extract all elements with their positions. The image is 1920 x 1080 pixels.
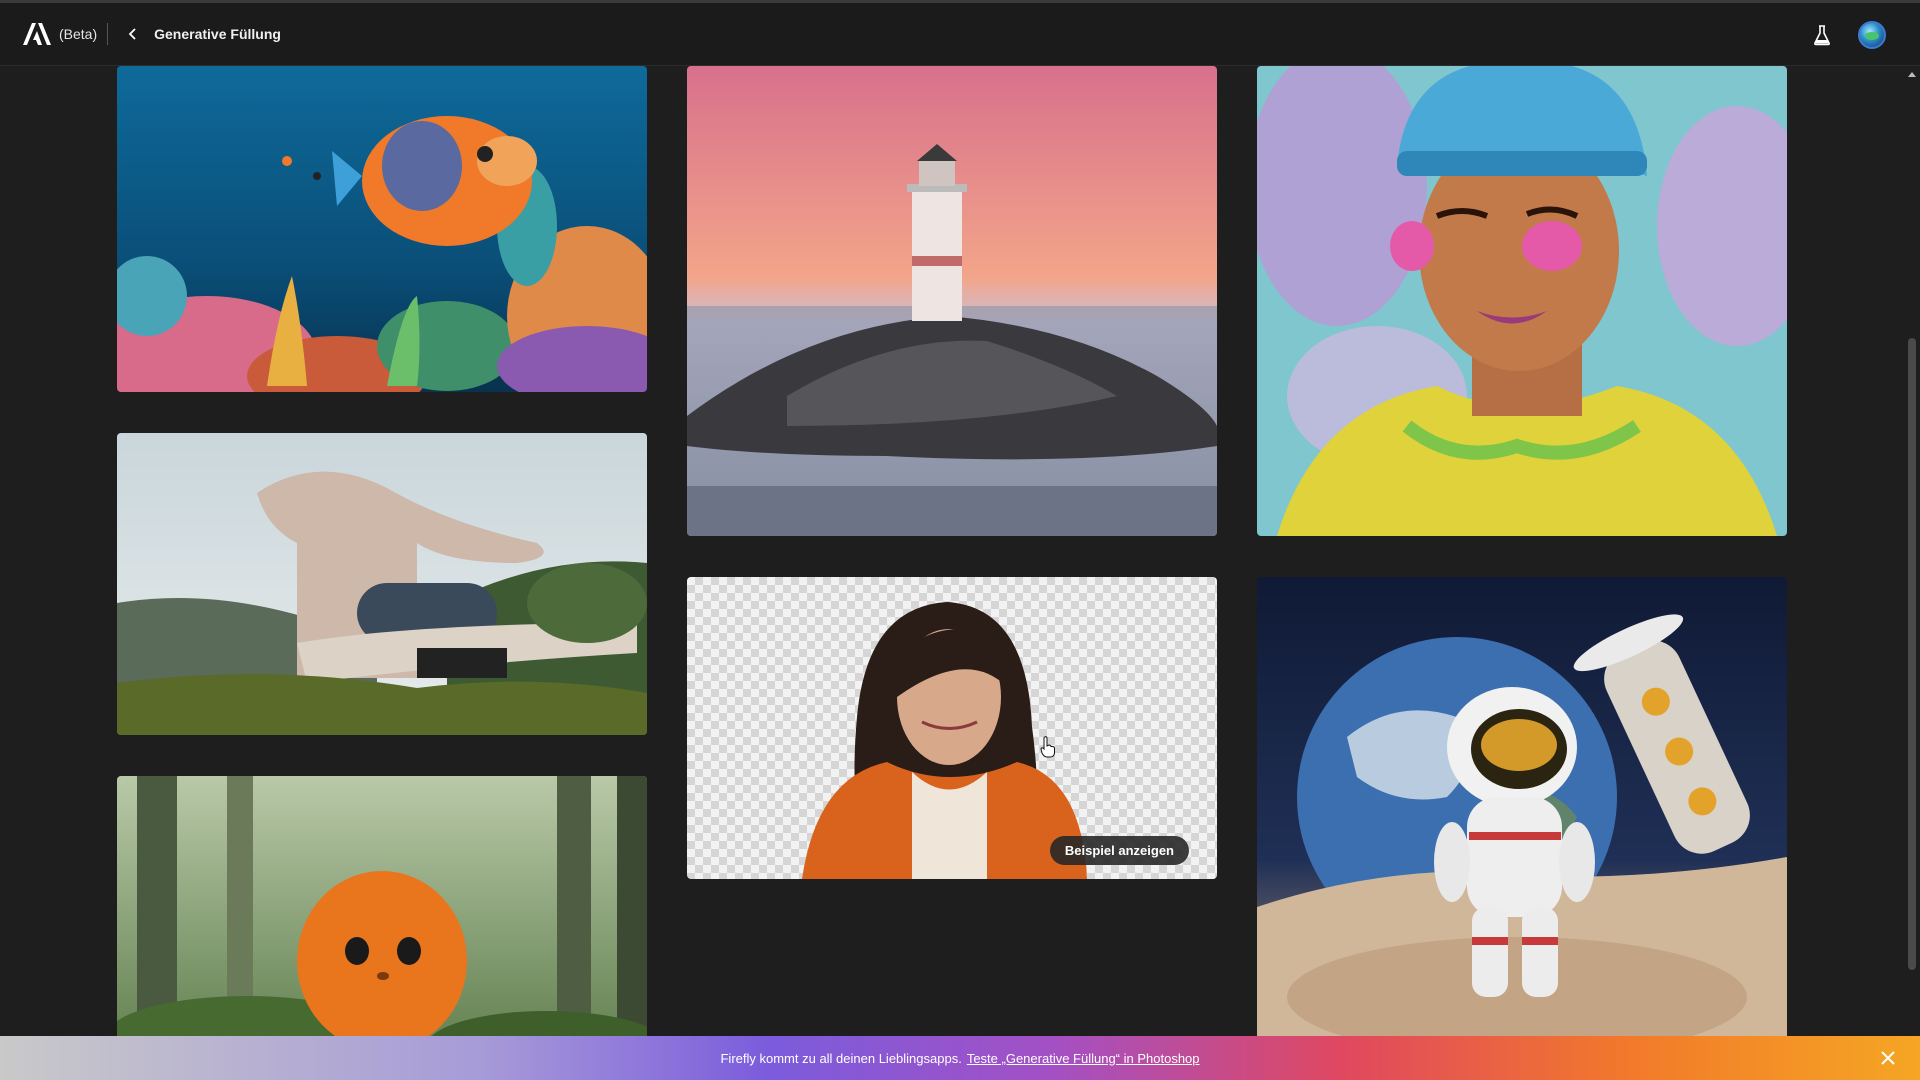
beta-label: (Beta) [59, 26, 98, 42]
show-example-button[interactable]: Beispiel anzeigen [1049, 836, 1189, 865]
gallery-card-underwater-fish[interactable] [117, 66, 647, 392]
divider [107, 23, 109, 45]
flask-labs-icon[interactable] [1812, 24, 1832, 46]
close-icon[interactable] [1878, 1048, 1898, 1068]
top-bar: (Beta) Generative Füllung [0, 0, 1920, 66]
orange-creature-image [117, 776, 647, 1036]
banner-photoshop-link[interactable]: Teste „Generative Füllung“ in Photoshop [967, 1051, 1200, 1066]
lighthouse-image [687, 66, 1217, 536]
hand-pointer-icon [1040, 736, 1056, 758]
back-chevron-icon[interactable] [122, 23, 144, 45]
gallery-card-man-portrait[interactable] [1257, 66, 1787, 536]
image-gallery: Beispiel anzeigen [0, 66, 1904, 1036]
man-portrait-image [1257, 66, 1787, 536]
gallery-card-orange-creature[interactable] [117, 776, 647, 1036]
scrollbar-thumb[interactable] [1908, 338, 1916, 970]
woman-portrait-image [802, 602, 1087, 879]
gallery-card-astronaut[interactable] [1257, 577, 1787, 1036]
gallery-card-lighthouse[interactable] [687, 66, 1217, 536]
user-avatar[interactable] [1858, 21, 1886, 49]
underwater-fish-image [117, 66, 647, 392]
futuristic-house-image [117, 433, 647, 735]
vertical-scrollbar[interactable] [1904, 66, 1920, 1036]
gallery-card-woman-transparent[interactable]: Beispiel anzeigen [687, 577, 1217, 879]
scroll-up-arrow-icon[interactable] [1908, 72, 1916, 77]
promo-banner: Firefly kommt zu all deinen Lieblingsapp… [0, 1036, 1920, 1080]
banner-text: Firefly kommt zu all deinen Lieblingsapp… [720, 1050, 962, 1066]
gallery-card-futuristic-house[interactable] [117, 433, 647, 735]
adobe-logo-icon[interactable] [23, 23, 51, 45]
page-title: Generative Füllung [154, 26, 281, 42]
astronaut-image [1257, 577, 1787, 1036]
